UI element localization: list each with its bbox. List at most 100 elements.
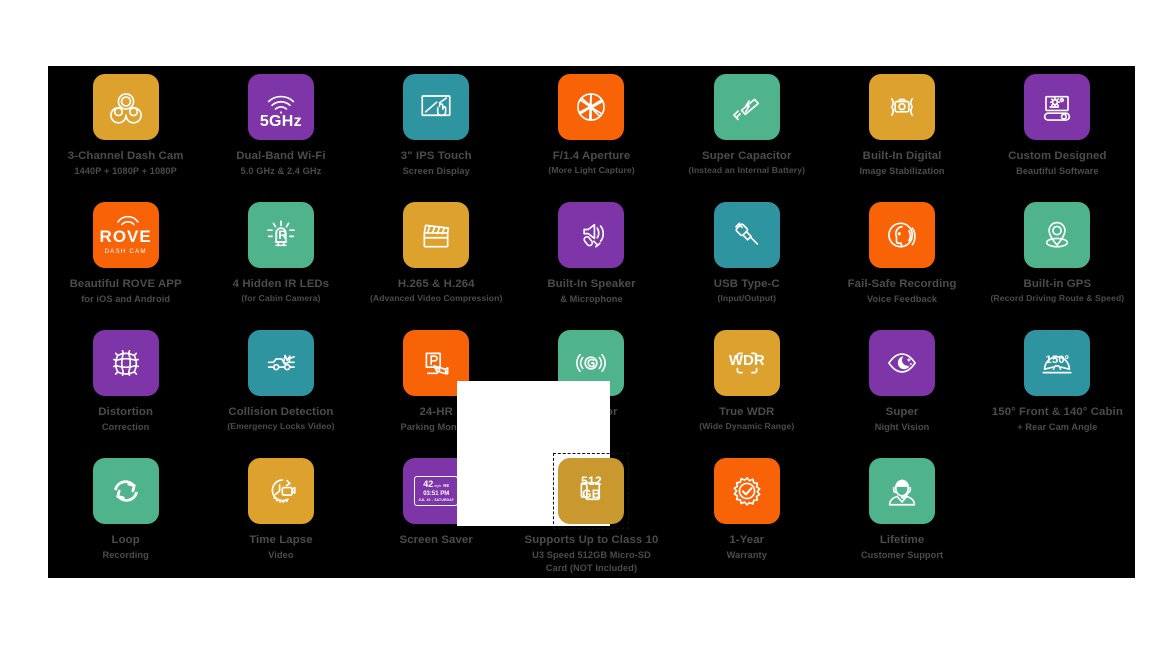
- feature-cell[interactable]: Loop Recording: [48, 450, 203, 578]
- feature-caption: F/1.4 Aperture (More Light Capture): [514, 149, 669, 176]
- feature-grid-screenshot: 3-Channel Dash Cam 1440P + 1080P + 1080P …: [0, 0, 1170, 645]
- feature-cell[interactable]: 150º 150° Front & 140° Cabin + Rear Cam An…: [980, 322, 1135, 450]
- feature-subtitle: (Advanced Video Compression): [369, 293, 503, 304]
- feature-caption: 3" IPS Touch Screen Display: [359, 149, 514, 177]
- feature-cell[interactable]: IR 4 Hidden IR LEDs (for Cabin Camera): [203, 194, 358, 322]
- feature-subtitle: Recording: [102, 550, 149, 561]
- feature-cell[interactable]: USB Type-C (Input/Output): [669, 194, 824, 322]
- feature-caption: Built-In Speaker & Microphone: [514, 277, 669, 305]
- feature-caption: Loop Recording: [48, 533, 203, 561]
- feature-title: Built-in GPS: [1023, 278, 1092, 290]
- feature-subtitle: Night Vision: [874, 422, 930, 433]
- feature-subtitle: & Microphone: [560, 294, 623, 305]
- custom-software-icon: [1024, 74, 1091, 140]
- feature-caption: H.265 & H.264 (Advanced Video Compression…: [359, 277, 514, 304]
- feature-caption: Distortion Correction: [48, 405, 203, 433]
- speaker-mic-icon: [558, 202, 625, 268]
- feature-cell[interactable]: 5GHz Dual-Band Wi-Fi 5.0 GHz & 2.4 GHz: [203, 66, 358, 194]
- feature-cell[interactable]: Super Night Vision: [824, 322, 979, 450]
- feature-cell[interactable]: 3-Channel Dash Cam 1440P + 1080P + 1080P: [48, 66, 203, 194]
- feature-cell[interactable]: Lifetime Customer Support: [824, 450, 979, 578]
- feature-subtitle: 1440P + 1080P + 1080P: [74, 166, 177, 177]
- time-lapse-icon: [247, 458, 314, 524]
- feature-cell[interactable]: Fail-Safe Recording Voice Feedback: [824, 194, 979, 322]
- usb-type-c-icon: [713, 202, 780, 268]
- feature-cell[interactable]: Distortion Correction: [48, 322, 203, 450]
- feature-title: True WDR: [719, 406, 775, 418]
- feature-title: Built-In Digital: [862, 150, 942, 162]
- feature-cell[interactable]: F/1.4 Aperture (More Light Capture): [514, 66, 669, 194]
- gps-pin-icon: [1024, 202, 1091, 268]
- feature-caption: Collision Detection (Emergency Locks Vide…: [203, 405, 358, 432]
- feature-title: 3" IPS Touch: [400, 150, 472, 162]
- feature-subtitle: Voice Feedback: [866, 294, 938, 305]
- feature-title: Built-In Speaker: [547, 278, 636, 290]
- feature-cell[interactable]: Built-In Digital Image Stabilization: [824, 66, 979, 194]
- feature-caption: 3-Channel Dash Cam 1440P + 1080P + 1080P: [48, 149, 203, 177]
- feature-title: Beautiful ROVE APP: [69, 278, 182, 290]
- feature-title: F/1.4 Aperture: [552, 150, 631, 162]
- touch-screen-icon: [403, 74, 470, 140]
- feature-caption: Dual-Band Wi-Fi 5.0 GHz & 2.4 GHz: [203, 149, 358, 177]
- feature-subtitle: Beautiful Software: [1016, 166, 1099, 177]
- feature-cell[interactable]: Collision Detection (Emergency Locks Vide…: [203, 322, 358, 450]
- feature-board: 3-Channel Dash Cam 1440P + 1080P + 1080P …: [48, 66, 1135, 578]
- feature-title: 150° Front & 140° Cabin: [991, 406, 1123, 418]
- feature-cell[interactable]: WDR True WDR (Wide Dynamic Range): [669, 322, 824, 450]
- capacitor-icon: [713, 74, 780, 140]
- feature-cell[interactable]: Built-In Speaker & Microphone: [514, 194, 669, 322]
- feature-cell[interactable]: 512 GB Supports Up to Class 10 U3 Speed 512…: [514, 450, 669, 578]
- rove-app-logo-icon: ROVE DASH CAM: [92, 202, 159, 268]
- feature-title: Super: [885, 406, 919, 418]
- feature-title: Lifetime: [879, 534, 925, 546]
- feature-caption: 150° Front & 140° Cabin + Rear Cam Angle: [980, 405, 1135, 433]
- viewing-angle-icon: 150º: [1024, 330, 1091, 396]
- feature-cell[interactable]: Super Capacitor (Instead an Internal Batt…: [669, 66, 824, 194]
- feature-caption: Lifetime Customer Support: [824, 533, 979, 561]
- feature-subtitle-line3: Card (NOT Included): [545, 563, 638, 574]
- feature-cell[interactable]: Built-in GPS (Record Driving Route & Spee…: [980, 194, 1135, 322]
- feature-grid: 3-Channel Dash Cam 1440P + 1080P + 1080P …: [48, 66, 1135, 578]
- wifi-5ghz-icon: 5GHz: [247, 74, 314, 140]
- feature-subtitle: (Instead an Internal Battery): [688, 165, 806, 176]
- feature-cell[interactable]: ROVE DASH CAM Beautiful ROVE APP for iOS …: [48, 194, 203, 322]
- three-lens-dash-cam-icon: [92, 74, 159, 140]
- warranty-badge-icon: [713, 458, 780, 524]
- feature-subtitle: U3 Speed 512GB Micro-SD: [532, 550, 651, 561]
- feature-title: Super Capacitor: [702, 150, 792, 162]
- image-stabilization-icon: [869, 74, 936, 140]
- voice-feedback-icon: [869, 202, 936, 268]
- feature-subtitle: (Record Driving Route & Speed): [990, 293, 1125, 304]
- feature-title: Collision Detection: [228, 406, 334, 418]
- feature-title: USB Type-C: [713, 278, 780, 290]
- feature-title: Dual-Band Wi-Fi: [236, 150, 326, 162]
- wdr-icon: WDR: [713, 330, 780, 396]
- feature-caption: 1-Year Warranty: [669, 533, 824, 561]
- feature-caption: 4 Hidden IR LEDs (for Cabin Camera): [203, 277, 358, 304]
- feature-caption: Screen Saver: [359, 533, 514, 548]
- micro-sd-card-icon: 512 GB: [553, 453, 630, 529]
- feature-subtitle: (Emergency Locks Video): [227, 421, 335, 432]
- feature-cell[interactable]: Time Lapse Video: [203, 450, 358, 578]
- feature-caption: Supports Up to Class 10 U3 Speed 512GB Mi…: [514, 533, 669, 577]
- feature-cell[interactable]: Custom Designed Beautiful Software: [980, 66, 1135, 194]
- feature-title: Custom Designed: [1008, 150, 1107, 162]
- feature-title: Time Lapse: [249, 534, 313, 546]
- feature-title: Supports Up to Class 10: [524, 534, 659, 546]
- night-vision-eye-icon: [869, 330, 936, 396]
- feature-subtitle: (Input/Output): [717, 293, 777, 304]
- feature-cell[interactable]: 1-Year Warranty: [669, 450, 824, 578]
- feature-cell[interactable]: H.265 & H.264 (Advanced Video Compression…: [359, 194, 514, 322]
- feature-subtitle: Video: [268, 550, 294, 561]
- feature-subtitle: Warranty: [726, 550, 767, 561]
- feature-subtitle: Image Stabilization: [859, 166, 945, 177]
- feature-caption: Beautiful ROVE APP for iOS and Android: [48, 277, 203, 305]
- feature-subtitle: for iOS and Android: [81, 294, 171, 305]
- customer-support-icon: [869, 458, 936, 524]
- ir-led-icon: IR: [247, 202, 314, 268]
- feature-cell[interactable]: 3" IPS Touch Screen Display: [359, 66, 514, 194]
- feature-title: 1-Year: [729, 534, 765, 546]
- feature-caption: Custom Designed Beautiful Software: [980, 149, 1135, 177]
- aperture-icon: [558, 74, 625, 140]
- loop-recording-icon: [92, 458, 159, 524]
